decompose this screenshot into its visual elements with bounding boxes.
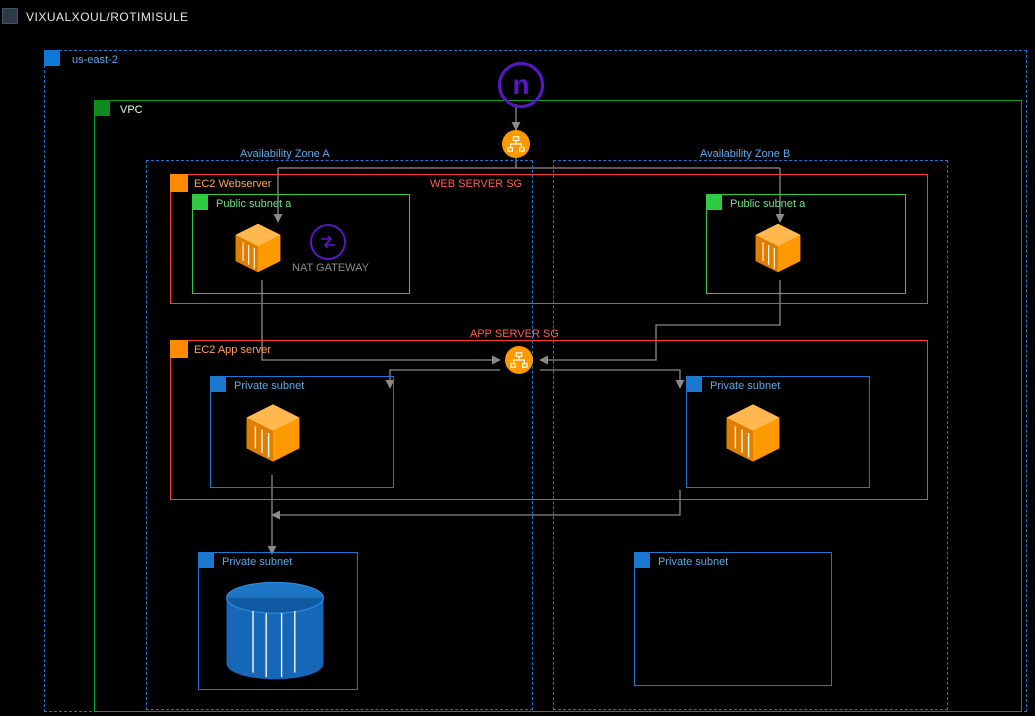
public-subnet-a-label: Public subnet a	[216, 198, 291, 210]
ec2-icon	[230, 220, 286, 276]
private-db-subnet-b	[634, 552, 832, 686]
elb-app-icon	[505, 346, 533, 374]
ec2-icon	[750, 220, 806, 276]
vpc-square-icon	[94, 100, 110, 116]
region-square-icon	[44, 50, 60, 66]
web-sg-label: WEB SERVER SG	[430, 178, 522, 190]
public-subnet-a-square-icon	[192, 194, 208, 210]
private-subnet-a-square-icon	[210, 376, 226, 392]
nat-gateway-icon	[310, 224, 346, 260]
nat-gateway-label: NAT GATEWAY	[292, 262, 369, 274]
ec2-app-square-icon	[170, 340, 188, 358]
elb-web-icon	[502, 130, 530, 158]
vpc-label: VPC	[120, 104, 143, 116]
private-subnet-a-label: Private subnet	[234, 380, 304, 392]
private-subnet-b-square-icon	[686, 376, 702, 392]
public-subnet-b-label: Public subnet a	[730, 198, 805, 210]
ec2-app-label: EC2 App server	[194, 344, 271, 356]
region-label: us-east-2	[72, 54, 118, 66]
ec2-web-square-icon	[170, 174, 188, 192]
private-db-a-label: Private subnet	[222, 556, 292, 568]
private-db-a-square-icon	[198, 552, 214, 568]
app-sg-label: APP SERVER SG	[470, 328, 559, 340]
private-db-b-square-icon	[634, 552, 650, 568]
private-subnet-b-label: Private subnet	[710, 380, 780, 392]
az-a-label: Availability Zone A	[240, 148, 330, 160]
ec2-icon	[720, 400, 786, 466]
private-db-b-label: Private subnet	[658, 556, 728, 568]
ec2-web-label: EC2 Webserver	[194, 178, 271, 190]
namecheap-icon: n	[498, 62, 544, 108]
public-subnet-b-square-icon	[706, 194, 722, 210]
diagram-canvas: VIXUALXOUL/ROTIMISULE	[0, 0, 1035, 716]
ec2-icon	[240, 400, 306, 466]
az-b-label: Availability Zone B	[700, 148, 790, 160]
database-icon	[220, 578, 330, 688]
